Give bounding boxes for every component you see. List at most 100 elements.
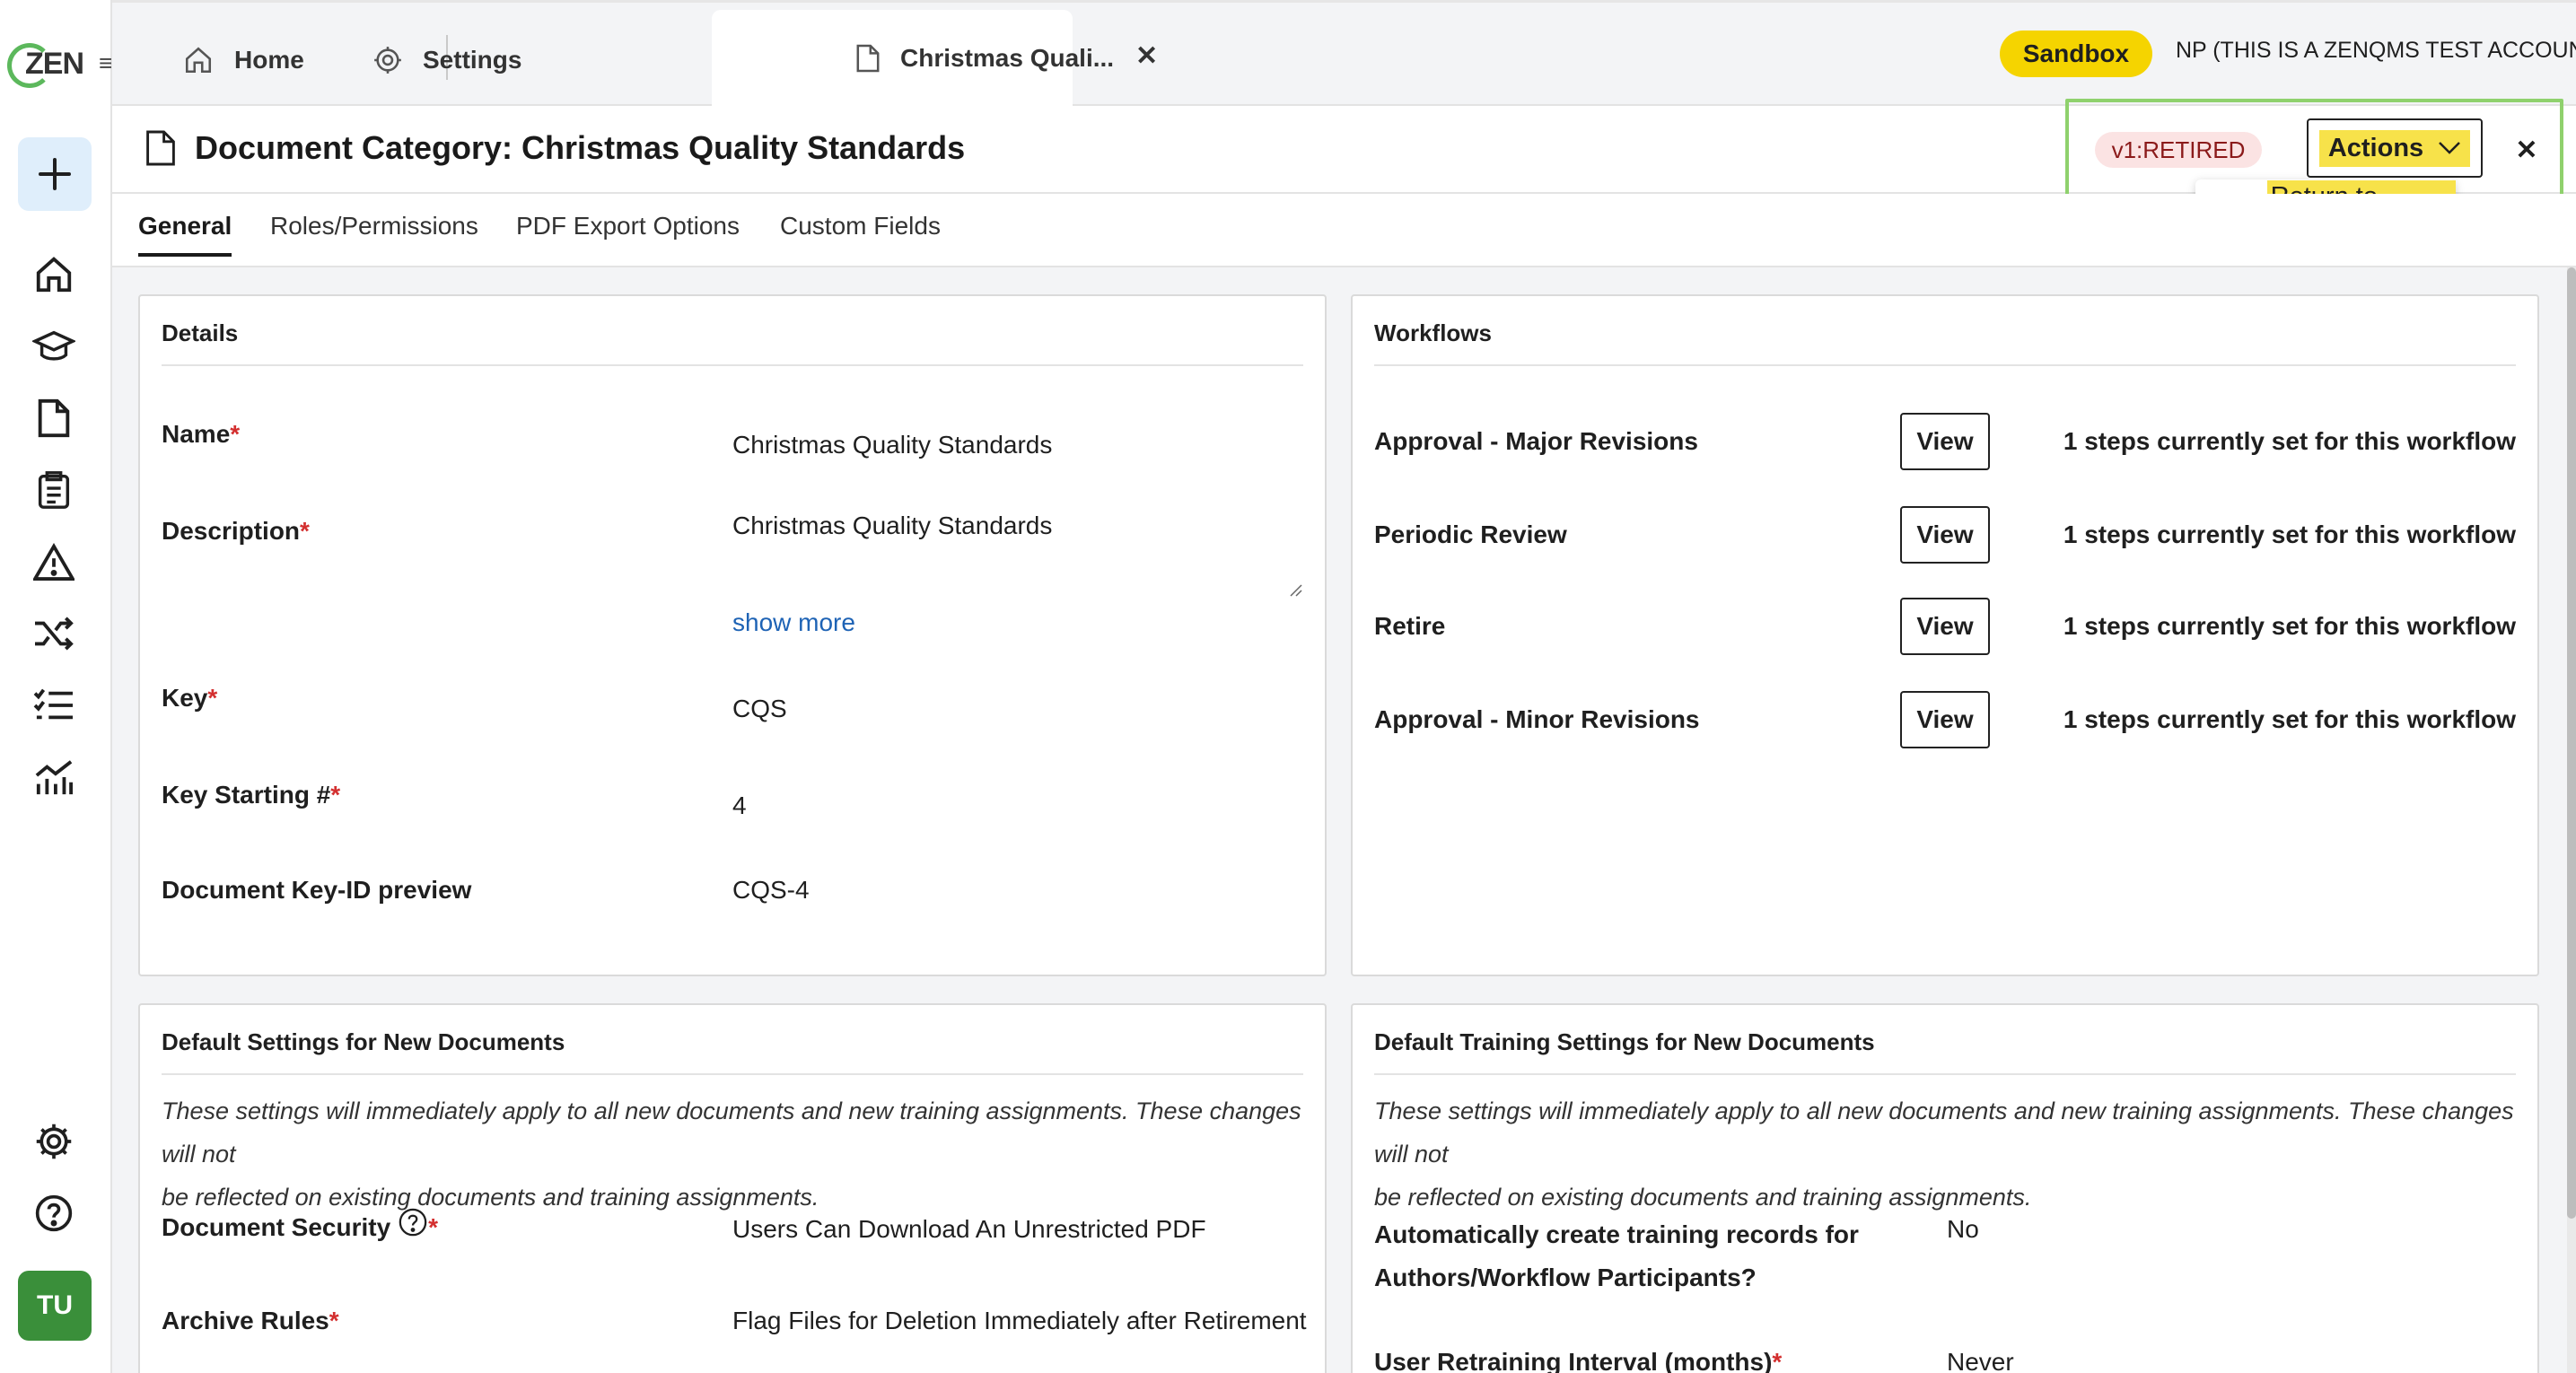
settings-note: These settings will immediately apply to… (162, 1089, 1325, 1219)
key-id-preview-value: CQS-4 (732, 876, 810, 904)
document-security-label-text: Document Security (162, 1213, 391, 1241)
key-value[interactable]: CQS (732, 695, 787, 723)
auto-training-label-line: Authors/Workflow Participants? (1374, 1264, 1757, 1291)
training-note-line: be reflected on existing documents and t… (1374, 1184, 2032, 1211)
settings-icon[interactable] (32, 1120, 75, 1163)
name-value[interactable]: Christmas Quality Standards (732, 431, 1052, 459)
training-note-line: These settings will immediately apply to… (1374, 1098, 2514, 1167)
required-mark: * (1772, 1348, 1783, 1373)
auto-training-label-line: Automatically create training records fo… (1374, 1220, 1859, 1248)
training-icon[interactable] (32, 325, 75, 368)
divider (1374, 1073, 2516, 1075)
required-mark: * (330, 781, 341, 809)
checklist-icon[interactable] (32, 684, 75, 727)
tab-settings[interactable]: Settings (372, 12, 521, 109)
workflow-steps-info: 1 steps currently set for this workflow (2063, 612, 2516, 640)
workflow-name: Retire (1374, 612, 1446, 640)
retraining-interval-label: User Retraining Interval (months)* (1374, 1348, 1782, 1373)
settings-note-line: These settings will immediately apply to… (162, 1098, 1301, 1167)
left-nav-rail: ZEN ≡ TU (0, 0, 112, 1373)
view-workflow-button[interactable]: View (1900, 598, 1990, 655)
scrollbar[interactable] (2567, 267, 2576, 1373)
clipboard-icon[interactable] (32, 468, 75, 512)
name-label-text: Name (162, 420, 231, 448)
help-icon[interactable] (32, 1192, 75, 1235)
workflow-steps-info: 1 steps currently set for this workflow (2063, 705, 2516, 733)
document-security-value[interactable]: Users Can Download An Unrestricted PDF (732, 1215, 1206, 1244)
workflow-name: Approval - Major Revisions (1374, 427, 1698, 455)
retraining-interval-label-text: User Retraining Interval (months) (1374, 1348, 1773, 1373)
name-label: Name* (162, 420, 240, 449)
gear-icon (374, 47, 401, 74)
archive-rules-value[interactable]: Flag Files for Deletion Immediately afte… (732, 1307, 1307, 1335)
page-title: Document Category: Christmas Quality Sta… (195, 129, 966, 166)
account-label[interactable]: NP (THIS IS A ZENQMS TEST ACCOUNT) (2176, 38, 2576, 64)
default-training-title: Default Training Settings for New Docume… (1374, 1028, 1875, 1055)
key-starting-label-text: Key Starting # (162, 781, 331, 809)
tab-pdf-export-options[interactable]: PDF Export Options (516, 212, 740, 240)
workflows-card: Workflows Approval - Major Revisions Vie… (1351, 294, 2539, 976)
retraining-interval-value[interactable]: Never (1947, 1348, 2014, 1373)
view-workflow-button[interactable]: View (1900, 691, 1990, 748)
analytics-icon[interactable] (32, 756, 75, 799)
close-tab-icon[interactable]: ✕ (1135, 40, 1158, 72)
main-content: Details Name* Christmas Quality Standard… (112, 267, 2576, 1373)
workflow-steps-info: 1 steps currently set for this workflow (2063, 520, 2516, 548)
required-mark: * (230, 420, 241, 448)
scrollbar-thumb[interactable] (2567, 267, 2576, 1219)
auto-training-value[interactable]: No (1947, 1215, 1979, 1244)
description-label: Description* (162, 517, 310, 546)
details-card: Details Name* Christmas Quality Standard… (138, 294, 1327, 976)
tab-christmas-label: Christmas Quali... (900, 44, 1115, 72)
document-security-label: Document Security * (162, 1208, 439, 1242)
key-starting-label: Key Starting #* (162, 781, 340, 809)
default-training-card: Default Training Settings for New Docume… (1351, 1003, 2539, 1373)
view-workflow-button[interactable]: View (1900, 413, 1990, 470)
key-starting-value[interactable]: 4 (732, 791, 747, 820)
archive-rules-label-text: Archive Rules (162, 1307, 329, 1334)
divider (162, 1073, 1303, 1075)
auto-training-label: Automatically create training records fo… (1374, 1213, 1859, 1299)
sandbox-badge: Sandbox (2000, 31, 2152, 77)
tab-custom-fields[interactable]: Custom Fields (780, 212, 941, 240)
document-icon (146, 130, 175, 166)
zen-logo[interactable]: ZEN (7, 39, 84, 90)
warning-icon[interactable] (32, 540, 75, 583)
required-mark: * (428, 1213, 439, 1241)
tab-home-label: Home (234, 46, 304, 74)
default-settings-title: Default Settings for New Documents (162, 1028, 565, 1055)
home-icon (185, 47, 212, 74)
divider (1374, 364, 2516, 366)
description-value[interactable]: Christmas Quality Standards (732, 512, 1052, 540)
tab-christmas-quality[interactable]: Christmas Quali... ✕ (712, 10, 1158, 110)
resize-handle-icon[interactable] (1287, 582, 1303, 598)
tab-general[interactable]: General (138, 212, 232, 257)
workflow-name: Periodic Review (1374, 520, 1567, 548)
logo-text: ZEN (25, 47, 84, 81)
create-new-button[interactable] (18, 137, 92, 211)
workflows-title: Workflows (1374, 319, 1492, 346)
workflow-steps-info: 1 steps currently set for this workflow (2063, 427, 2516, 455)
workflow-name: Approval - Minor Revisions (1374, 705, 1700, 733)
tab-roles-permissions[interactable]: Roles/Permissions (270, 212, 478, 240)
key-label: Key* (162, 684, 217, 713)
tab-settings-label: Settings (423, 46, 522, 74)
settings-note-line: be reflected on existing documents and t… (162, 1184, 819, 1211)
shuffle-icon[interactable] (32, 612, 75, 655)
divider (162, 364, 1303, 366)
default-settings-card: Default Settings for New Documents These… (138, 1003, 1327, 1373)
details-title: Details (162, 319, 239, 346)
show-more-link[interactable]: show more (732, 608, 855, 637)
user-avatar[interactable]: TU (18, 1271, 92, 1341)
training-note: These settings will immediately apply to… (1374, 1089, 2537, 1219)
subtab-bar: General Roles/Permissions PDF Export Opt… (112, 194, 2576, 267)
document-icon (856, 44, 880, 73)
required-mark: * (300, 517, 310, 545)
top-tab-bar: Home Settings Christmas Quali... ✕ Sandb… (112, 0, 2576, 110)
tab-home[interactable]: Home (182, 12, 304, 109)
view-workflow-button[interactable]: View (1900, 506, 1990, 564)
key-label-text: Key (162, 684, 208, 712)
help-circle-icon[interactable] (398, 1207, 428, 1237)
document-icon[interactable] (32, 397, 75, 440)
home-icon[interactable] (32, 253, 75, 296)
